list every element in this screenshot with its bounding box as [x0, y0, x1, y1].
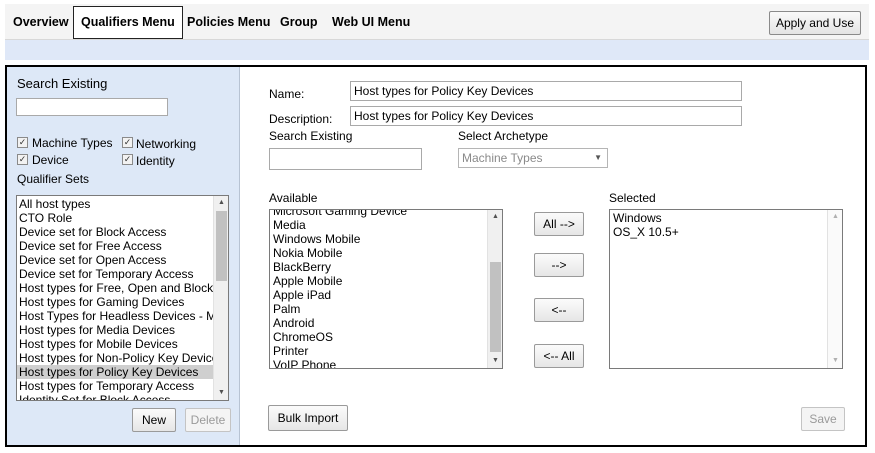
scroll-down-arrow-icon[interactable]: ▼ [828, 354, 842, 368]
list-item[interactable]: BlackBerry [271, 260, 486, 274]
available-list[interactable]: Microsoft Gaming Device Media Windows Mo… [269, 209, 503, 369]
list-item[interactable]: CTO Role [17, 211, 215, 225]
remove-selected-button[interactable]: <-- [534, 298, 584, 322]
selected-list-scrollbar[interactable]: ▲ ▼ [827, 210, 842, 368]
scroll-down-arrow-icon[interactable]: ▼ [488, 354, 502, 368]
tab-web-ui-menu[interactable]: Web UI Menu [325, 8, 417, 38]
description-label: Description: [269, 112, 333, 126]
list-item[interactable]: Host types for Media Devices [17, 323, 215, 337]
device-label: Device [32, 153, 69, 167]
available-label: Available [269, 191, 318, 205]
list-item[interactable]: Host types for Gaming Devices [17, 295, 215, 309]
identity-checkbox[interactable]: ✓ [122, 154, 133, 165]
identity-label: Identity [136, 154, 175, 168]
archetype-value: Machine Types [462, 151, 543, 165]
list-item[interactable]: Device set for Temporary Access [17, 267, 215, 281]
add-all-button[interactable]: All --> [534, 212, 584, 236]
description-field[interactable] [350, 106, 742, 126]
archetype-select[interactable]: Machine Types ▼ [458, 148, 608, 168]
qualifier-list-scrollbar[interactable]: ▲ ▼ [213, 196, 228, 400]
list-item-selected[interactable]: Host types for Policy Key Devices [17, 365, 215, 379]
tab-overview[interactable]: Overview [6, 8, 76, 38]
list-item[interactable]: Windows [611, 211, 826, 225]
scroll-thumb[interactable] [490, 262, 501, 352]
scroll-up-arrow-icon[interactable]: ▲ [828, 210, 842, 224]
machine-types-label: Machine Types [32, 136, 113, 150]
list-item[interactable]: Device set for Block Access [17, 225, 215, 239]
tab-group[interactable]: Group [273, 8, 325, 38]
networking-checkbox[interactable]: ✓ [122, 137, 133, 148]
select-archetype-label: Select Archetype [458, 129, 549, 143]
sub-nav-bar [5, 40, 869, 60]
list-item[interactable]: Printer [271, 344, 486, 358]
name-label: Name: [269, 87, 305, 101]
list-item[interactable]: Nokia Mobile [271, 246, 486, 260]
scroll-thumb[interactable] [216, 211, 227, 281]
list-item[interactable]: Media [271, 218, 486, 232]
tab-qualifiers-menu[interactable]: Qualifiers Menu [73, 6, 183, 39]
search-existing-label: Search Existing [17, 76, 108, 91]
networking-label: Networking [136, 137, 197, 151]
list-item[interactable]: Host types for Free, Open and Block [17, 281, 215, 295]
available-list-scrollbar[interactable]: ▲ ▼ [487, 210, 502, 368]
list-item[interactable]: Apple iPad [271, 288, 486, 302]
list-item[interactable]: Identity Set for Block Access [17, 393, 215, 400]
qualifier-sets-pane: Search Existing ✓ Machine Types ✓ Networ… [7, 67, 240, 445]
delete-button[interactable]: Delete [185, 408, 231, 432]
add-selected-button[interactable]: --> [534, 253, 584, 277]
name-field[interactable] [350, 81, 742, 101]
chevron-down-icon: ▼ [594, 153, 602, 162]
machine-types-checkbox[interactable]: ✓ [17, 137, 28, 148]
list-item[interactable]: Host Types for Headless Devices - M [17, 309, 216, 323]
search-existing-label-2: Search Existing [269, 129, 353, 143]
qualifier-sets-list[interactable]: All host types CTO Role Device set for B… [16, 195, 229, 401]
main-panel: Search Existing ✓ Machine Types ✓ Networ… [5, 65, 867, 447]
list-item[interactable]: ChromeOS [271, 330, 486, 344]
available-search-input[interactable] [269, 148, 422, 170]
list-item[interactable]: Host types for Non-Policy Key Device [17, 351, 218, 365]
list-item[interactable]: VoIP Phone [271, 358, 486, 368]
top-nav-bar: Overview Qualifiers Menu Policies Menu G… [5, 4, 869, 40]
list-item[interactable]: Apple Mobile [271, 274, 486, 288]
scroll-up-arrow-icon[interactable]: ▲ [488, 210, 502, 224]
selected-label: Selected [609, 191, 656, 205]
list-item[interactable]: OS_X 10.5+ [611, 225, 826, 239]
list-item[interactable]: Device set for Open Access [17, 253, 215, 267]
list-item[interactable]: Windows Mobile [271, 232, 486, 246]
apply-and-use-button[interactable]: Apply and Use [768, 11, 861, 35]
save-button[interactable]: Save [801, 407, 845, 431]
list-item[interactable]: Device set for Free Access [17, 239, 215, 253]
list-item[interactable]: Palm [271, 302, 486, 316]
qualifier-search-input[interactable] [16, 98, 168, 116]
list-item[interactable]: Microsoft Gaming Device [271, 210, 486, 218]
device-checkbox[interactable]: ✓ [17, 154, 28, 165]
qualifier-sets-label: Qualifier Sets [17, 172, 90, 186]
scroll-down-arrow-icon[interactable]: ▼ [214, 386, 228, 400]
remove-all-button[interactable]: <-- All [534, 344, 584, 368]
scroll-up-arrow-icon[interactable]: ▲ [214, 196, 228, 210]
new-button[interactable]: New [132, 408, 176, 432]
list-item[interactable]: Host types for Temporary Access [17, 379, 215, 393]
list-item[interactable]: Android [271, 316, 486, 330]
tab-policies-menu[interactable]: Policies Menu [180, 8, 277, 38]
selected-list[interactable]: Windows OS_X 10.5+ ▲ ▼ [609, 209, 843, 369]
list-item[interactable]: Host types for Mobile Devices [17, 337, 215, 351]
list-item[interactable]: All host types [17, 197, 215, 211]
bulk-import-button[interactable]: Bulk Import [268, 405, 348, 431]
